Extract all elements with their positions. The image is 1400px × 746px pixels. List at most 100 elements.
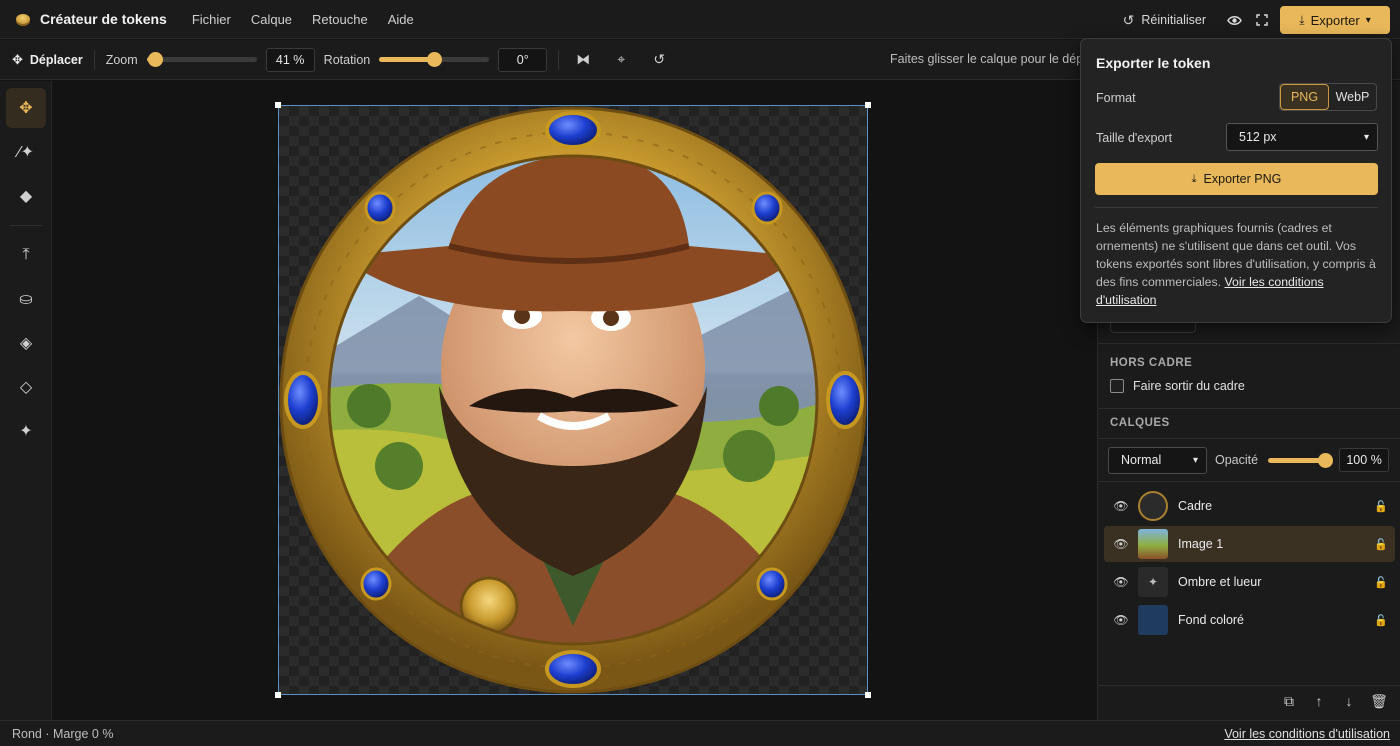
rail-divider [10,225,42,226]
layer-thumbnail [1138,529,1168,559]
opacity-slider-knob[interactable] [1318,452,1334,468]
tool-move[interactable]: ✥ [6,88,46,128]
status-shape-info: Rond · Marge 0 % [12,727,114,741]
eye-icon[interactable]: 👁 [1104,499,1138,513]
magic-wand-icon: ⁄✦ [17,144,35,161]
app-title: Créateur de tokens [40,11,167,27]
lock-icon[interactable]: 🔓 [1367,500,1395,513]
rotation-label: Rotation [323,52,371,67]
move-icon: ✥ [19,100,33,117]
resize-handle-top-right[interactable] [865,102,871,108]
rotate-reset-icon: ↺ [653,51,666,67]
flip-horizontal-button[interactable]: ⧓ [570,47,596,73]
arrow-up-icon[interactable]: ↑ [1304,693,1334,710]
zoom-slider-knob[interactable] [148,52,164,67]
opacity-slider[interactable] [1268,452,1334,468]
eye-icon[interactable]: 👁 [1104,537,1138,551]
rotation-value-input[interactable]: 0° [498,47,548,72]
chevron-down-icon: ▾ [1363,131,1369,143]
zoom-slider[interactable] [146,52,257,67]
eye-icon [1226,15,1242,25]
export-popover: Exporter le token Format PNG WebP Taille… [1080,38,1392,323]
layer-name: Cadre [1178,499,1213,513]
sparkles-icon: ✦ [19,423,33,440]
layer-row-fond-colore[interactable]: 👁 Fond coloré 🔓 [1104,602,1395,638]
move-icon: ✥ [12,51,23,67]
layer-name: Image 1 [1178,537,1224,551]
blend-mode-select[interactable]: Normal ▾ [1108,446,1207,474]
layer-row-cadre[interactable]: 👁 Cadre 🔓 [1104,488,1395,524]
layer-actions: ⧉ ↑ ↓ 🗑 [1274,693,1394,710]
lock-icon[interactable]: 🔓 [1367,614,1395,627]
chevron-down-icon: ▾ [1365,14,1371,26]
format-toggle: PNG WebP [1279,83,1377,111]
main-menu: Fichier Calque Retouche Aide [192,12,434,27]
status-bar: Rond · Marge 0 % Voir les conditions d'u… [0,720,1400,746]
popover-divider [1095,207,1378,208]
token-logo-icon [16,14,30,24]
panel-divider [1098,438,1400,439]
resize-handle-bottom-left[interactable] [275,692,281,698]
layer-thumbnail [1138,491,1168,521]
format-webp-option[interactable]: WebP [1329,84,1376,110]
hors-cadre-checkbox[interactable] [1110,379,1124,393]
eye-icon[interactable]: 👁 [1104,575,1138,589]
export-png-button[interactable]: ⤓ Exporter PNG [1095,163,1378,195]
layer-thumbnail [1138,605,1168,635]
format-png-option[interactable]: PNG [1280,84,1329,110]
arrow-down-icon[interactable]: ↓ [1334,693,1364,710]
tool-upload[interactable]: ⤒ [6,235,46,275]
reset-transform-button[interactable]: ↺ [646,47,672,73]
preview-button[interactable] [1220,6,1248,34]
menu-bar: Créateur de tokens Fichier Calque Retouc… [0,0,1400,39]
layer-row-image-1[interactable]: 👁 Image 1 🔓 [1104,526,1395,562]
resize-handle-top-left[interactable] [275,102,281,108]
lock-icon[interactable]: 🔓 [1367,538,1395,551]
zoom-value-input[interactable]: 41 % [265,47,315,72]
menu-retouche[interactable]: Retouche [312,12,368,27]
app-logo: Créateur de tokens [16,11,167,27]
toolbar-divider [93,49,95,70]
format-label: Format [1096,91,1136,105]
rotation-slider-knob[interactable] [427,52,443,67]
panel-divider [1098,408,1400,409]
license-note: Les éléments graphiques fournis (cadres … [1096,219,1381,309]
token-canvas[interactable] [275,102,871,698]
tool-magic-wand[interactable]: ⁄✦ [6,132,46,172]
hors-cadre-option[interactable]: Faire sortir du cadre [1110,379,1245,393]
reset-button[interactable]: ↺ Réinitialiser [1123,12,1206,29]
canvas-area[interactable] [53,81,1096,720]
rotation-slider[interactable] [379,52,490,67]
center-button[interactable]: ⌖ [608,47,634,73]
menu-calque[interactable]: Calque [251,12,292,27]
layer-row-ombre-et-lueur[interactable]: 👁 ✦ Ombre et lueur 🔓 [1104,564,1395,600]
fullscreen-button[interactable] [1248,6,1276,34]
move-label-text: Déplacer [29,52,83,67]
opacity-value-input[interactable]: 100 % [1339,448,1390,472]
menu-fichier[interactable]: Fichier [192,12,231,27]
tool-rail: ✥ ⁄✦ ◆ ⤒ ⛀ ◈ ◇ ✦ [0,81,52,720]
opacity-label: Opacité [1215,453,1259,467]
token-artwork[interactable] [279,106,867,694]
chevron-down-icon: ▾ [1192,454,1198,466]
gem-icon: ◇ [19,379,33,396]
eraser-icon: ◆ [19,188,33,205]
resize-handle-bottom-right[interactable] [865,692,871,698]
tool-fill[interactable]: ◈ [6,323,46,363]
menu-aide[interactable]: Aide [388,12,414,27]
tool-token[interactable]: ⛀ [6,279,46,319]
upload-icon: ⤒ [22,246,30,263]
rotation-slider-fill [379,57,435,62]
trash-icon[interactable]: 🗑 [1364,693,1394,710]
tool-gem[interactable]: ◇ [6,367,46,407]
export-button[interactable]: ⤓ Exporter ▾ [1280,6,1390,34]
blend-mode-value: Normal [1121,453,1162,467]
layer-name: Ombre et lueur [1178,575,1262,589]
lock-icon[interactable]: 🔓 [1367,576,1395,589]
duplicate-icon[interactable]: ⧉ [1274,693,1304,710]
tool-eraser[interactable]: ◆ [6,176,46,216]
eye-icon[interactable]: 👁 [1104,613,1138,627]
tool-effects[interactable]: ✦ [6,411,46,451]
terms-link[interactable]: Voir les conditions d'utilisation [1224,727,1390,741]
export-size-select[interactable]: 512 px ▾ [1226,123,1378,151]
